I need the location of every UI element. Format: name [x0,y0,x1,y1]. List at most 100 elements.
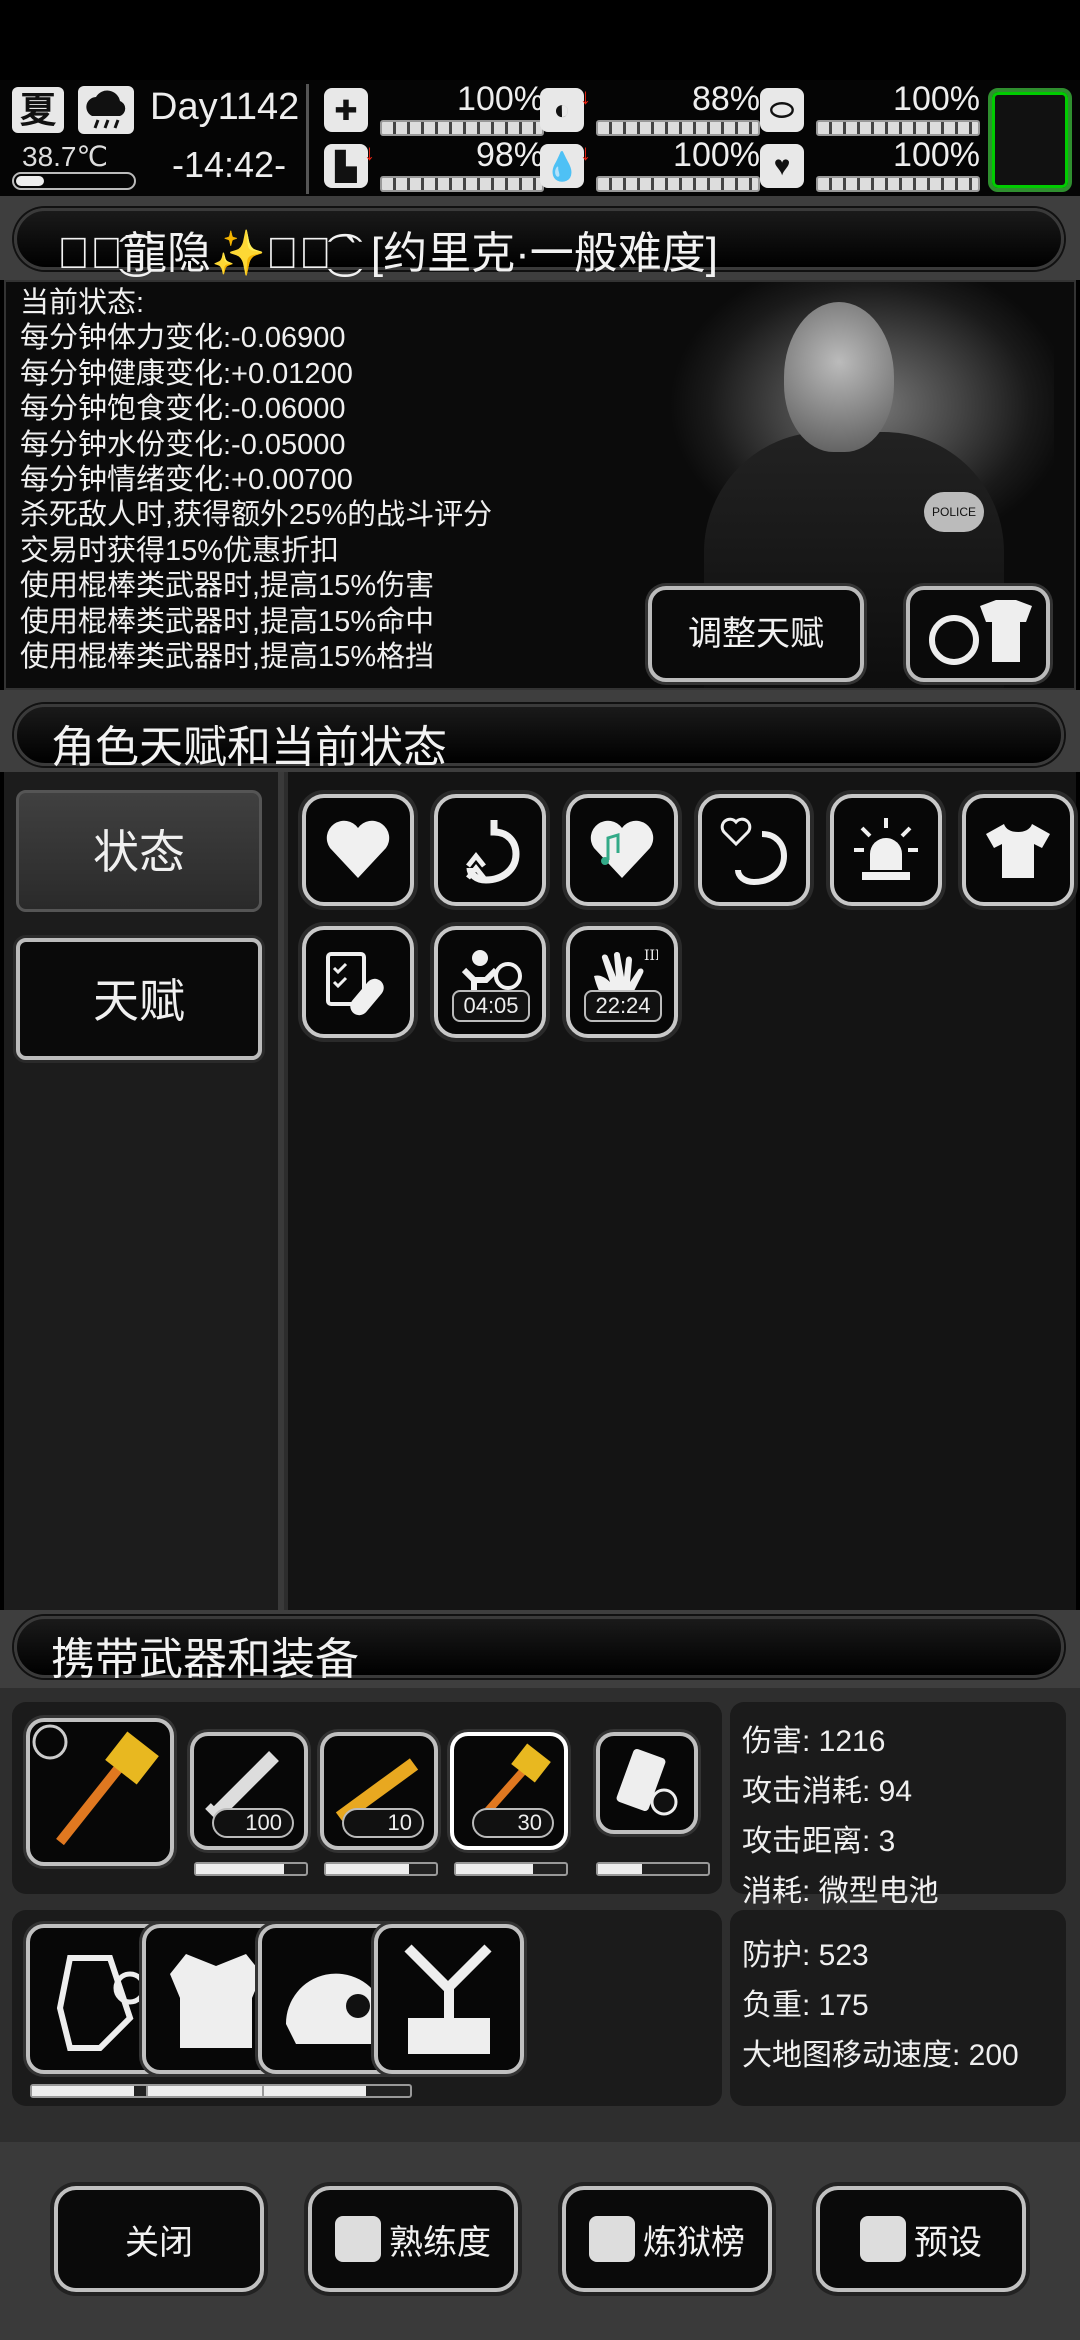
down-arrow-icon: ↓ [580,140,591,165]
section-title: 角色天赋和当前状态 [51,723,447,772]
stomach-icon: ◐ [540,88,584,132]
tab-talent[interactable]: 天赋 [16,938,262,1060]
status-line: 使用棍棒类武器时,提高15%伤害 [20,570,435,603]
stat-value: 100% [673,136,760,174]
character-name: ঔৣ͜͡龍隐✨ঔৣ͜͡ ˋ [约里克·一般难度] [57,229,718,278]
down-arrow-icon: ↓ [364,140,375,165]
close-label: 关闭 [125,2223,193,2262]
stat-value: 100% [457,80,544,118]
load-stat: 负重: 175 [742,1989,869,2022]
battery-shield-icon [616,1749,678,1816]
heart-stomach-icon[interactable] [698,794,810,906]
divider [306,84,309,194]
exoframe-icon [404,1944,492,2054]
preset-button[interactable]: 预设 [816,2186,1026,2292]
status-timer: 22:24 [584,990,662,1022]
stat-foot: ▙ ↓ 98% [324,136,544,192]
ammo-count: 10 [342,1808,424,1838]
quick-slot[interactable] [988,88,1072,192]
attack-range-stat: 攻击距离: 3 [742,1825,896,1858]
stat-bar [816,176,980,192]
shirt-icon[interactable] [962,794,1074,906]
thermometer-bar [12,172,136,190]
armor-slot-frame[interactable] [374,1924,524,2074]
tab-status[interactable]: 状态 [16,790,262,912]
weapon-slot-minigun[interactable]: 100 [190,1732,308,1850]
weapon-slot-hammer[interactable]: 30 [450,1732,568,1850]
heart-icon: ♥ [760,144,804,188]
durability-bar [324,1862,438,1876]
hand-icon[interactable]: III 22:24 [566,926,678,1038]
weather-icon [78,86,134,134]
trophy-icon [589,2216,635,2262]
proficiency-label: 熟练度 [389,2223,491,2262]
adjust-talent-button[interactable]: 调整天赋 [648,586,864,682]
weapon-slot-launcher[interactable]: 10 [320,1732,438,1850]
clipboard-pill-icon[interactable] [302,926,414,1038]
hammer-icon [32,1724,159,1846]
medkit-icon: ✚ [324,88,368,132]
stat-bar [380,176,544,192]
sleep-person-icon[interactable]: 04:05 [434,926,546,1038]
status-line: 每分钟体力变化:-0.06900 [20,322,346,355]
status-text: 当前状态: 每分钟体力变化:-0.06900 每分钟健康变化:+0.01200 … [20,286,492,675]
durability-bar [194,1862,308,1876]
durability-bar [454,1862,568,1876]
status-line: 交易时获得15%优惠折扣 [20,534,340,567]
proficiency-icon [335,2216,381,2262]
foot-icon: ▙ [324,144,368,188]
weapon-slot-battery[interactable] [596,1732,698,1834]
preset-label: 预设 [914,2223,982,2262]
stat-bladder: ⬭ 100% [760,80,980,136]
attack-cost-stat: 攻击消耗: 94 [742,1775,913,1808]
armor-slots [12,1910,722,2106]
weapon-slots: 100 10 30 [12,1702,722,1894]
stat-value: 88% [691,80,760,118]
talent-status-area: 状态 天赋 04:05 III 22:24 [4,772,1076,1610]
down-arrow-icon: ↓ [580,84,591,109]
section-title: 携带武器和装备 [51,1635,359,1684]
stat-bar [380,120,544,136]
map-speed-stat: 大地图移动速度: 200 [742,2039,1019,2072]
status-line: 每分钟水份变化:-0.05000 [20,428,346,461]
status-line: 每分钟健康变化:+0.01200 [20,357,353,390]
stat-stomach: ◐ ↓ 88% [540,80,760,136]
status-line: 每分钟情绪变化:+0.00700 [20,464,353,497]
equipment-section-banner: 携带武器和装备 [14,1616,1064,1684]
police-patch: POLICE [924,492,984,532]
ammo-count: 100 [212,1808,294,1838]
heart-icon[interactable] [302,794,414,906]
proficiency-button[interactable]: 熟练度 [308,2186,518,2292]
stat-bar [596,176,760,192]
character-status-panel: POLICE 当前状态: 每分钟体力变化:-0.06900 每分钟健康变化:+0… [4,280,1076,690]
svg-text:III: III [644,948,658,964]
talent-section-banner: 角色天赋和当前状态 [14,704,1064,772]
music-heart-icon[interactable] [566,794,678,906]
character-name-banner: ঔৣ͜͡龍隐✨ঔৣ͜͡ ˋ [约里克·一般难度] [14,208,1064,278]
ranking-button[interactable]: 炼狱榜 [562,2186,772,2292]
day-counter: Day1142 [150,86,300,128]
temperature-label: 38.7℃ [22,141,108,172]
tab-column: 状态 天赋 [4,772,284,1610]
stomach-up-icon[interactable] [434,794,546,906]
stat-value: 100% [893,136,980,174]
stat-bar [596,120,760,136]
stat-bar [816,120,980,136]
equipment-area: 100 10 30 伤害: 1216 攻击消耗: 94 攻击距离: 3 消耗: … [0,1688,1080,2142]
stat-medkit: ✚ 100% [324,80,544,136]
bottom-action-bar: 关闭 熟练度 炼狱榜 预设 [0,2142,1080,2340]
stat-heart: ♥ 100% [760,136,980,192]
main-weapon-slot[interactable] [26,1718,174,1866]
alarm-light-icon[interactable] [830,794,942,906]
change-outfit-button[interactable] [906,586,1050,682]
status-icon-grid: 04:05 III 22:24 [288,772,1076,1610]
status-line: 当前状态: [20,287,145,319]
status-timer: 04:05 [452,990,530,1022]
close-button[interactable]: 关闭 [54,2186,264,2292]
swap-outfit-icon [929,600,1032,665]
ammo-type-stat: 消耗: 微型电池 [742,1875,939,1908]
status-line: 每分钟饱食变化:-0.06000 [20,393,346,426]
weapon-stats-panel: 伤害: 1216 攻击消耗: 94 攻击距离: 3 消耗: 微型电池 [730,1702,1066,1908]
ranking-label: 炼狱榜 [643,2223,745,2262]
bladder-icon: ⬭ [760,88,804,132]
